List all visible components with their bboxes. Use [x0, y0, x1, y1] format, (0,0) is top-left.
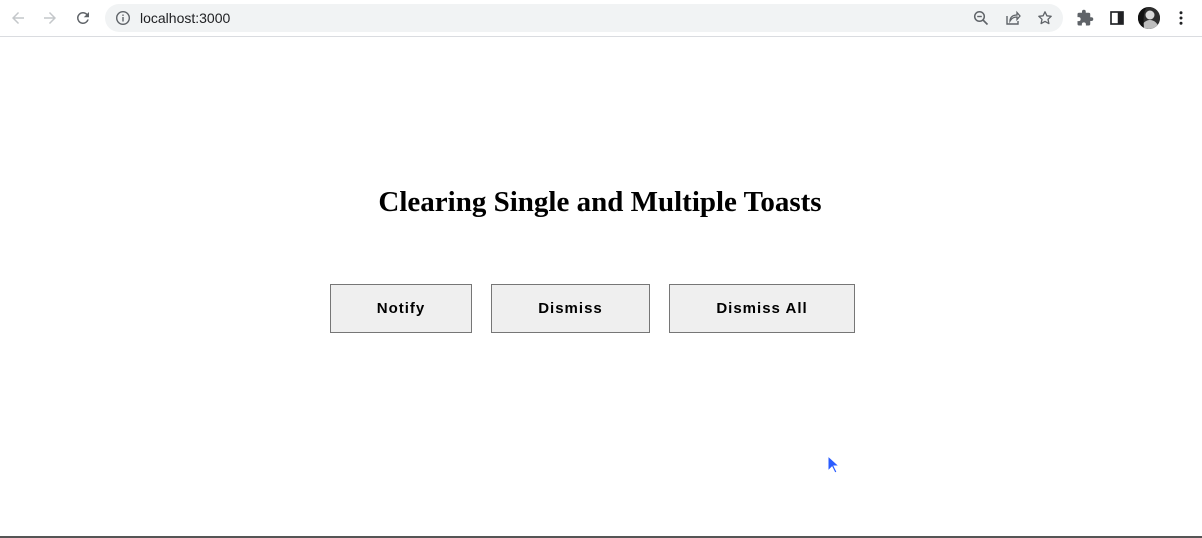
- reload-icon[interactable]: [72, 7, 94, 29]
- side-panel-icon[interactable]: [1106, 7, 1128, 29]
- info-icon[interactable]: [115, 10, 131, 26]
- back-arrow-icon[interactable]: [7, 7, 29, 29]
- address-bar[interactable]: localhost:3000: [105, 4, 1063, 32]
- star-icon[interactable]: [1036, 9, 1054, 27]
- dismiss-all-button[interactable]: Dismiss All: [669, 284, 855, 333]
- browser-toolbar: localhost:3000: [0, 0, 1202, 37]
- puzzle-icon[interactable]: [1074, 7, 1096, 29]
- mouse-cursor-icon: [827, 454, 841, 475]
- avatar[interactable]: [1138, 7, 1160, 29]
- dismiss-button[interactable]: Dismiss: [491, 284, 650, 333]
- notify-button[interactable]: Notify: [330, 284, 472, 333]
- url-text[interactable]: localhost:3000: [140, 10, 230, 26]
- share-icon[interactable]: [1004, 9, 1022, 27]
- kebab-menu-icon[interactable]: [1170, 7, 1192, 29]
- page-title: Clearing Single and Multiple Toasts: [378, 186, 822, 218]
- forward-arrow-icon[interactable]: [39, 7, 61, 29]
- zoom-out-icon[interactable]: [972, 9, 990, 27]
